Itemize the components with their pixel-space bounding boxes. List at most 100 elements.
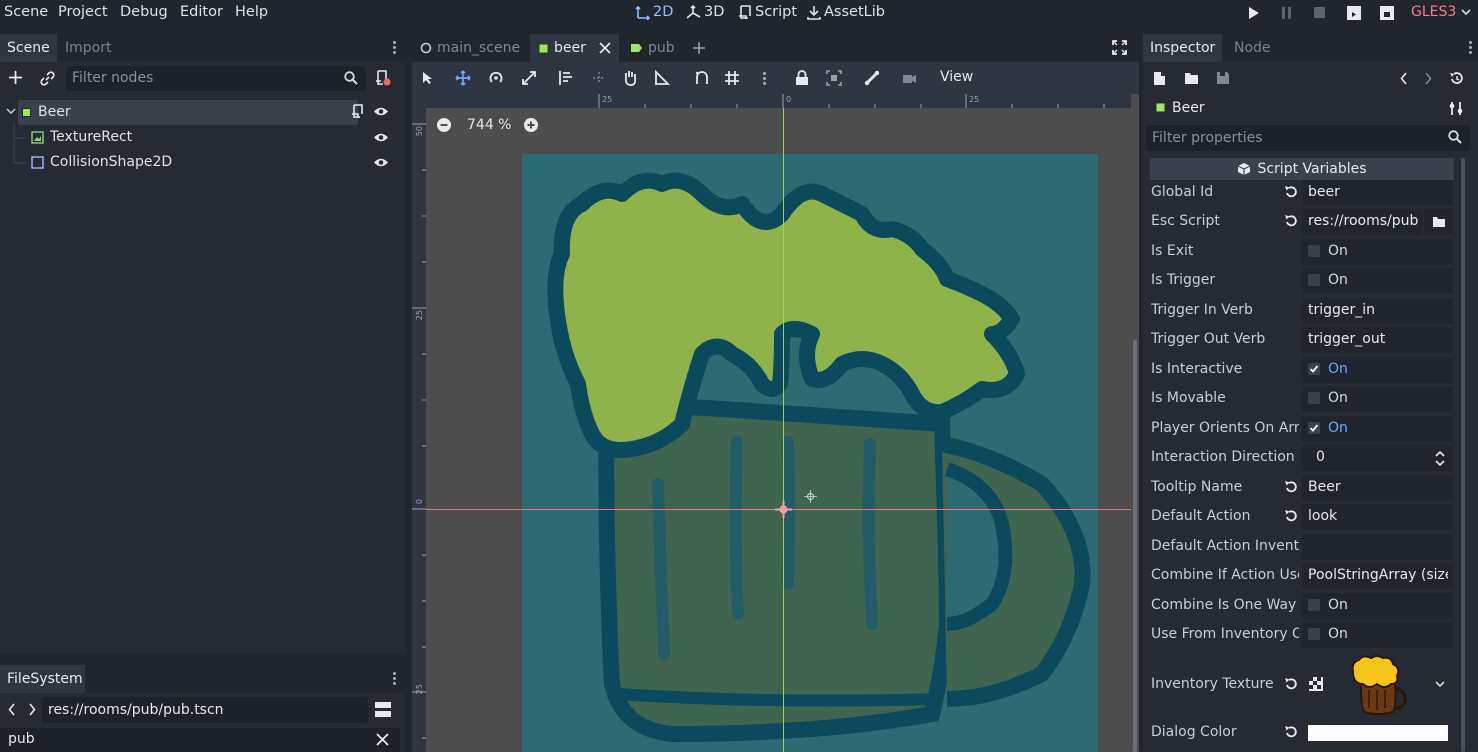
filesystem-path-input[interactable]: res://rooms/pub/pub.tscn xyxy=(42,697,368,723)
visibility-eye-icon[interactable] xyxy=(373,132,389,143)
workspace-2d-button[interactable]: 2D xyxy=(635,4,673,20)
tab-node[interactable]: Node xyxy=(1227,34,1278,62)
filesystem-menu-icon[interactable] xyxy=(393,670,397,687)
rotate-tool-icon[interactable] xyxy=(488,70,504,86)
menu-scene[interactable]: Scene xyxy=(4,4,48,20)
trigger-out-verb-field[interactable]: trigger_out xyxy=(1302,327,1453,353)
workspace-3d-button[interactable]: 3D xyxy=(686,4,724,20)
history-back-icon[interactable] xyxy=(1400,72,1408,85)
dock-menu-icon[interactable] xyxy=(393,39,397,56)
camera-override-icon[interactable] xyxy=(901,70,917,86)
zoom-out-icon[interactable] xyxy=(437,118,451,132)
revert-icon[interactable] xyxy=(1284,214,1298,228)
spin-arrows-icon[interactable] xyxy=(1435,451,1445,466)
scale-tool-icon[interactable] xyxy=(521,70,537,86)
is-trigger-checkbox[interactable]: On xyxy=(1302,268,1453,294)
player-orients-checkbox[interactable]: On xyxy=(1302,416,1453,442)
section-script-variables[interactable]: Script Variables xyxy=(1150,158,1454,180)
is-movable-checkbox[interactable]: On xyxy=(1302,386,1453,412)
renderer-select[interactable]: GLES3 xyxy=(1411,4,1471,20)
grid-snap-icon[interactable] xyxy=(724,70,740,86)
bone-icon[interactable] xyxy=(864,70,880,86)
play-scene-button[interactable] xyxy=(1346,5,1362,21)
menu-editor[interactable]: Editor xyxy=(180,4,223,20)
visibility-eye-icon[interactable] xyxy=(373,157,389,168)
combine-is-one-way-checkbox[interactable]: On xyxy=(1302,593,1453,619)
revert-icon[interactable] xyxy=(1284,185,1298,199)
new-resource-icon[interactable] xyxy=(1153,71,1167,86)
interaction-direction-spinbox[interactable]: 0 xyxy=(1302,445,1453,471)
collapse-chevron-icon[interactable] xyxy=(6,108,16,116)
revert-icon[interactable] xyxy=(1284,677,1298,691)
chevron-down-icon[interactable] xyxy=(1435,681,1445,688)
attached-script-icon[interactable] xyxy=(351,104,364,119)
zoom-level[interactable]: 744 % xyxy=(467,117,511,133)
tab-main-scene[interactable]: main_scene xyxy=(412,34,528,62)
history-icon[interactable] xyxy=(1449,71,1464,86)
esc-script-field[interactable]: res://rooms/pub xyxy=(1302,209,1422,235)
revert-icon[interactable] xyxy=(1284,480,1298,494)
play-button[interactable] xyxy=(1248,6,1260,20)
menu-debug[interactable]: Debug xyxy=(120,4,168,20)
tooltip-name-field[interactable]: Beer xyxy=(1302,475,1453,501)
list-select-icon[interactable] xyxy=(558,70,574,86)
tab-pub[interactable]: pub xyxy=(622,34,683,62)
revert-icon[interactable] xyxy=(1284,509,1298,523)
revert-icon[interactable] xyxy=(1284,725,1298,739)
browse-file-button[interactable] xyxy=(1424,209,1453,235)
dialog-color-swatch[interactable] xyxy=(1308,725,1448,741)
is-exit-checkbox[interactable]: On xyxy=(1302,239,1453,265)
instance-scene-button[interactable] xyxy=(40,71,55,86)
menu-project[interactable]: Project xyxy=(58,4,108,20)
combine-if-action-used-field[interactable]: PoolStringArray (size xyxy=(1302,563,1453,589)
tab-inspector[interactable]: Inspector xyxy=(1143,34,1223,62)
filter-nodes-input[interactable]: Filter nodes xyxy=(66,66,366,91)
tab-scene[interactable]: Scene xyxy=(0,34,57,62)
workspace-assetlib-button[interactable]: AssetLib xyxy=(807,4,885,20)
default-action-inventory-field[interactable] xyxy=(1302,534,1453,560)
visibility-eye-icon[interactable] xyxy=(373,106,389,117)
play-custom-scene-button[interactable] xyxy=(1379,5,1395,21)
select-tool-icon[interactable] xyxy=(421,71,435,85)
filesystem-search-input[interactable]: pub xyxy=(0,728,400,752)
pivot-tool-icon[interactable] xyxy=(591,70,607,86)
object-properties-icon[interactable] xyxy=(1449,101,1463,116)
view-menu[interactable]: View xyxy=(940,69,973,85)
snap-options-icon[interactable] xyxy=(763,70,767,87)
tab-filesystem[interactable]: FileSystem xyxy=(0,665,85,693)
ruler-tool-icon[interactable] xyxy=(654,70,670,86)
lock-icon[interactable] xyxy=(795,70,809,86)
use-from-inventory-only-checkbox[interactable]: On xyxy=(1302,622,1453,648)
history-forward-icon[interactable] xyxy=(1424,72,1432,85)
filter-properties-input[interactable]: Filter properties xyxy=(1146,125,1470,151)
trigger-in-verb-field[interactable]: trigger_in xyxy=(1302,298,1453,324)
node-origin-icon[interactable] xyxy=(775,501,792,518)
beer-sprite[interactable] xyxy=(522,154,1098,752)
distraction-free-icon[interactable] xyxy=(1112,40,1127,55)
group-icon[interactable] xyxy=(826,70,842,86)
viewport-scrollbar[interactable] xyxy=(1133,340,1137,752)
stop-button[interactable] xyxy=(1313,6,1326,19)
back-arrow-icon[interactable] xyxy=(8,703,16,716)
workspace-script-button[interactable]: Script xyxy=(738,4,797,20)
add-node-button[interactable] xyxy=(8,70,23,85)
save-icon[interactable] xyxy=(1216,71,1230,85)
viewport-2d[interactable]: 25 0 25 50 25 0 25 744 % xyxy=(412,94,1131,752)
zoom-in-icon[interactable] xyxy=(524,118,538,132)
tree-label-collisionshape2d[interactable]: CollisionShape2D xyxy=(50,154,172,170)
snap-toggle-icon[interactable] xyxy=(694,70,710,86)
is-interactive-checkbox[interactable]: On xyxy=(1302,357,1453,383)
inspector-scrollbar[interactable] xyxy=(1461,158,1465,752)
tab-beer[interactable]: beer xyxy=(530,34,619,62)
forward-arrow-icon[interactable] xyxy=(28,703,36,716)
clear-icon[interactable] xyxy=(376,733,389,746)
tree-label-texturerect[interactable]: TextureRect xyxy=(50,129,132,145)
pan-hand-icon[interactable] xyxy=(622,69,638,86)
split-view-icon[interactable] xyxy=(375,702,391,717)
move-tool-icon[interactable] xyxy=(455,70,471,86)
inventory-texture-preview[interactable] xyxy=(1347,654,1409,716)
inspector-menu-icon[interactable] xyxy=(1469,39,1473,56)
global-id-field[interactable]: beer xyxy=(1302,180,1453,206)
pause-button[interactable] xyxy=(1281,6,1293,20)
close-tab-icon[interactable] xyxy=(599,42,611,54)
